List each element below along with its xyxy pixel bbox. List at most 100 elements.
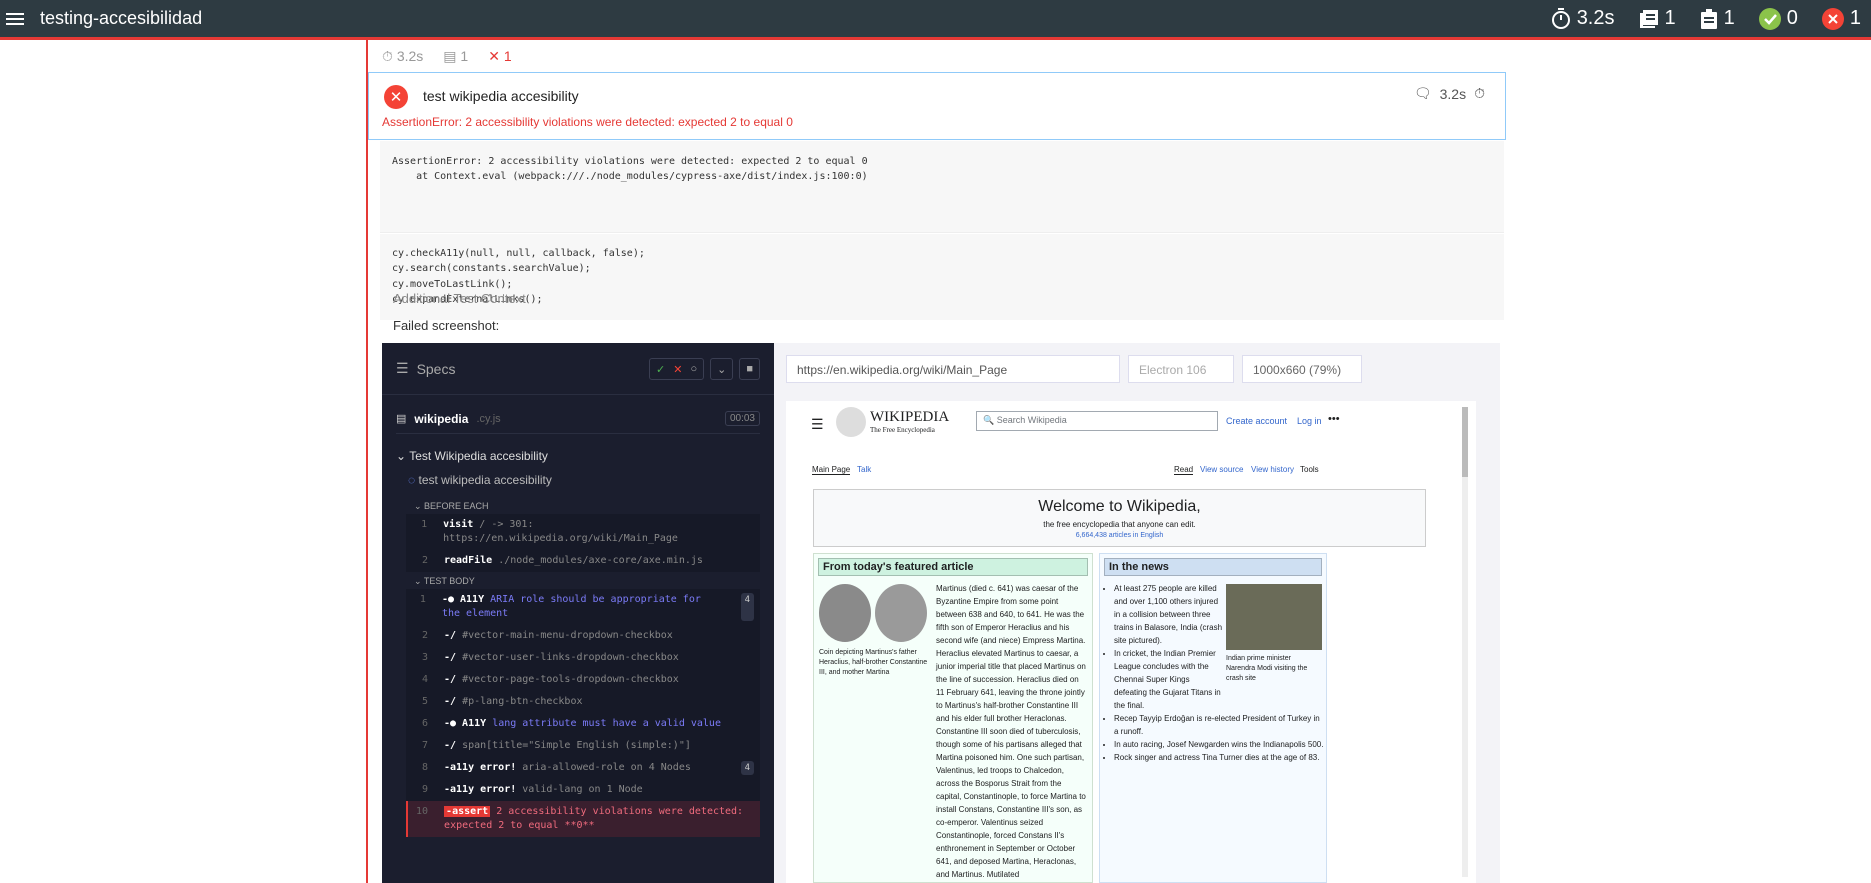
test-body-header[interactable]: ⌄ TEST BODY [414, 576, 475, 587]
command-row[interactable]: 1 visit / -> 301: https://en.wikipedia.or… [406, 514, 760, 550]
spec-time: 00:03 [724, 411, 760, 426]
command-row[interactable]: 2 -/ #vector-main-menu-dropdown-checkbox [406, 625, 760, 647]
failed-screenshot[interactable]: ☰ Specs ✓ ✕ ○ ⌄ ■ ▤ wikipedia .cy.js 00:03 … [382, 343, 1500, 883]
failed-stat[interactable]: 1 [1821, 7, 1861, 30]
article-count[interactable]: 6,664,438 articles in English [814, 532, 1425, 539]
tab-talk[interactable]: Talk [857, 465, 871, 474]
chevron-down-icon[interactable]: ⌄ [710, 358, 734, 380]
summary-failed: ✕ 1 [488, 47, 512, 64]
hamburger-menu-icon[interactable] [2, 0, 28, 37]
command-row[interactable]: 4 -/ #vector-page-tools-dropdown-checkbox [406, 669, 760, 691]
duration-stat[interactable]: 3.2s [1551, 7, 1615, 30]
passed-value: 0 [1786, 7, 1798, 29]
file-icon: ▤ [396, 413, 407, 425]
login-link[interactable]: Log in [1297, 416, 1322, 426]
news-list: At least 275 people are killed and over … [1114, 582, 1323, 764]
close-icon: ✕ [673, 363, 683, 376]
news-item: Recep Tayyip Erdoğan is re-elected Presi… [1114, 712, 1324, 738]
command-row[interactable]: 9 -a11y error! valid-lang on 1 Node [406, 779, 760, 801]
suites-icon: ▤ [443, 47, 457, 64]
context-title: Additional Test Context [393, 291, 526, 306]
tab-tools[interactable]: Tools [1300, 465, 1319, 474]
news-item: In cricket, the Indian Premier League co… [1114, 647, 1224, 712]
command-row[interactable]: 6 -● A11Y lang attribute must have a vali… [406, 713, 760, 735]
clipboard-icon [1700, 8, 1717, 29]
stopwatch-icon: ⏱ [382, 47, 393, 64]
failed-value: 1 [1849, 7, 1861, 29]
suite-summary: ⏱ 3.2s ▤ 1 ✕ 1 [368, 40, 1506, 72]
spec-row[interactable]: ▤ wikipedia .cy.js 00:03 [396, 408, 760, 434]
more-icon[interactable]: ••• [1328, 413, 1340, 425]
suites-icon [1639, 9, 1658, 28]
browser-selector[interactable]: Electron 106 [1128, 355, 1234, 383]
spinner-icon: ○ [690, 363, 698, 375]
close-icon: ✕ [488, 47, 500, 64]
body-commands: 1 -● A11Y ARIA role should be appropriate… [406, 589, 760, 837]
comment-icon[interactable]: 🗨 [1414, 85, 1432, 102]
welcome-box: Welcome to Wikipedia, the free encyclope… [813, 489, 1426, 547]
before-each-header[interactable]: ⌄ BEFORE EACH [414, 501, 489, 512]
create-account-link[interactable]: Create account [1226, 416, 1287, 426]
crash-site-image[interactable] [1226, 584, 1322, 650]
suites-stat[interactable]: 1 [1639, 7, 1676, 30]
scrollbar[interactable] [1462, 407, 1468, 877]
test-duration: 3.2s [1439, 85, 1467, 102]
stack-line: AssertionError: 2 accessibility violatio… [392, 156, 868, 167]
coin-caption: Coin depicting Martinus's father Heracli… [819, 649, 928, 676]
command-row[interactable]: 2 readFile ./node_modules/axe-core/axe.mi… [406, 550, 760, 572]
news-item: Rock singer and actress Tina Turner dies… [1114, 751, 1324, 764]
specs-label: Specs [416, 360, 456, 377]
news-item: At least 275 people are killed and over … [1114, 582, 1224, 647]
command-row[interactable]: 1 -● A11Y ARIA role should be appropriate… [406, 589, 760, 625]
passed-stat[interactable]: 0 [1758, 7, 1798, 30]
tab-main-page[interactable]: Main Page [812, 465, 851, 475]
tests-stat[interactable]: 1 [1700, 7, 1735, 30]
failed-assert-row[interactable]: 10 -assert 2 accessibility violations wer… [406, 801, 760, 837]
spec-ext: .cy.js [476, 412, 501, 425]
code-line: cy.search(constants.searchValue); [392, 263, 591, 275]
coin-image[interactable] [819, 584, 931, 644]
cypress-runner: ☰ Specs ✓ ✕ ○ ⌄ ■ ▤ wikipedia .cy.js 00:03 … [382, 343, 774, 883]
url-bar[interactable]: https://en.wikipedia.org/wiki/Main_Page [786, 355, 1120, 383]
tab-view-history[interactable]: View history [1251, 465, 1294, 474]
stop-icon[interactable]: ■ [739, 358, 760, 380]
news-item: In auto racing, Josef Newgarden wins the… [1114, 738, 1324, 751]
runner-test-title[interactable]: ◌ test wikipedia accesibility [408, 473, 552, 487]
wiki-logo[interactable]: WIKIPEDIA [870, 409, 949, 426]
wikipedia-globe-icon [836, 407, 866, 437]
featured-article-box: From today's featured article Coin depic… [813, 553, 1093, 883]
runner-header: ☰ Specs ✓ ✕ ○ ⌄ ■ [382, 343, 774, 395]
failed-screenshot-label: Failed screenshot: [393, 318, 500, 333]
welcome-subtitle: the free encyclopedia that anyone can ed… [1043, 520, 1196, 529]
wikipedia-page: ☰ WIKIPEDIA The Free Encyclopedia 🔍 Sear… [786, 401, 1476, 883]
chevron-down-icon: ⌄ [396, 449, 407, 463]
command-row[interactable]: 3 -/ #vector-user-links-dropdown-checkbox [406, 647, 760, 669]
specs-icon: ☰ [396, 360, 409, 376]
command-row[interactable]: 7 -/ span[title="Simple English (simple:)… [406, 735, 760, 757]
welcome-heading: Welcome to Wikipedia, [1038, 498, 1201, 515]
app-preview: https://en.wikipedia.org/wiki/Main_Page … [774, 343, 1500, 883]
stack-line: at Context.eval (webpack:///./node_modul… [392, 171, 868, 182]
viewport-size[interactable]: 1000x660 (79%) [1242, 355, 1362, 383]
command-row[interactable]: 5 -/ #p-lang-btn-checkbox [406, 691, 760, 713]
featured-heading: From today's featured article [818, 558, 1088, 576]
spec-file: wikipedia [414, 411, 469, 426]
wiki-tagline: The Free Encyclopedia [870, 426, 935, 434]
before-commands: 1 visit / -> 301: https://en.wikipedia.or… [406, 514, 760, 572]
status-filter[interactable]: ✓ ✕ ○ [649, 358, 705, 380]
code-line: cy.expandExternalLinks(); [392, 293, 543, 305]
duration-value: 3.2s [1576, 7, 1615, 29]
check-circle-icon [1758, 7, 1781, 30]
suite-panel: ⏱ 3.2s ▤ 1 ✕ 1 ✕ test wikipedia accesibi… [366, 40, 1506, 883]
summary-suites: ▤ 1 [443, 47, 469, 64]
tab-read[interactable]: Read [1174, 465, 1194, 475]
test-code: cy.checkA11y(null, null, callback, false… [380, 234, 1504, 320]
wiki-search-input[interactable]: 🔍 Search Wikipedia [976, 411, 1218, 431]
test-header[interactable]: ✕ test wikipedia accesibility 🗨 3.2s ⏱ A… [368, 72, 1506, 140]
hamburger-menu-icon[interactable]: ☰ [811, 416, 824, 433]
command-row[interactable]: 8 -a11y error! aria-allowed-role on 4 Nod… [406, 757, 760, 779]
tab-view-source[interactable]: View source [1200, 465, 1243, 474]
report-title: testing-accesibilidad [40, 8, 203, 28]
test-title: test wikipedia accesibility [423, 88, 579, 104]
suite-title[interactable]: ⌄ Test Wikipedia accesibility [396, 449, 548, 463]
